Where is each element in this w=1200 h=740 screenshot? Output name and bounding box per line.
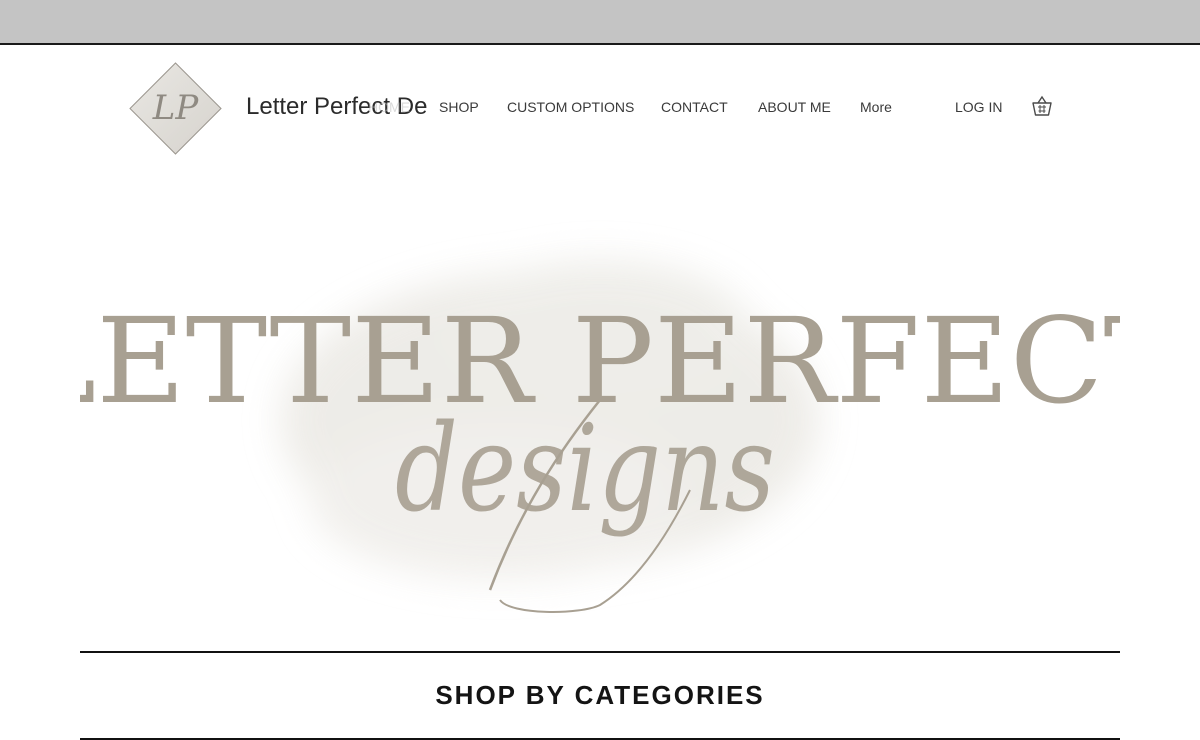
site-header: LP Letter Perfect De HOME SHOP CUSTOM OP… — [0, 45, 1200, 170]
browser-top-bar — [0, 0, 1200, 45]
nav-about-me[interactable]: ABOUT ME — [758, 99, 831, 115]
nav-custom-options[interactable]: CUSTOM OPTIONS — [507, 99, 634, 115]
login-link[interactable]: LOG IN — [955, 99, 1002, 115]
section-divider-top — [80, 651, 1120, 653]
hero-logo-artwork: LETTER PERFECT designs — [80, 260, 1120, 613]
nav-more[interactable]: More — [860, 99, 892, 115]
logo-monogram: LP — [152, 88, 200, 128]
nav-home-ghost: HOME — [368, 99, 410, 115]
section-title: SHOP BY CATEGORIES — [435, 680, 765, 710]
logo-diamond-icon[interactable]: LP — [128, 61, 223, 156]
cart-icon[interactable] — [1030, 95, 1054, 117]
nav-shop[interactable]: SHOP — [439, 99, 479, 115]
nav-contact[interactable]: CONTACT — [661, 99, 728, 115]
